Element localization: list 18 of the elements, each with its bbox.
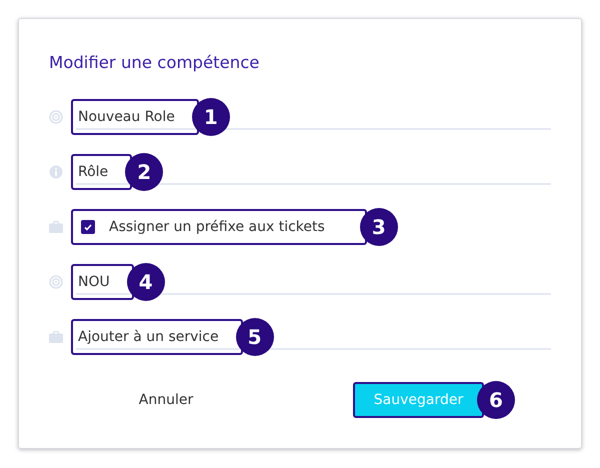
briefcase-icon	[49, 331, 63, 343]
number-badge: 6	[477, 381, 515, 419]
dialog-title: Modifier une compétence	[49, 53, 260, 73]
number-badge: 2	[125, 153, 164, 191]
target-icon	[49, 275, 63, 289]
number-badge: 4	[126, 263, 165, 301]
number-badge: 1	[192, 98, 230, 136]
number-badge: 3	[360, 208, 398, 246]
info-icon	[49, 165, 63, 179]
checkbox-label: Assigner un préfixe aux tickets	[109, 219, 325, 235]
cancel-button[interactable]: Annuler	[128, 382, 204, 418]
checkbox-option[interactable]: Assigner un préfixe aux tickets	[71, 209, 367, 245]
target-icon	[49, 110, 63, 124]
checkmark-icon	[84, 224, 92, 230]
checkbox[interactable]	[81, 220, 95, 234]
briefcase-icon	[49, 221, 63, 233]
number-badge: 5	[236, 318, 274, 356]
input-field[interactable]: Ajouter à un service	[71, 319, 243, 355]
